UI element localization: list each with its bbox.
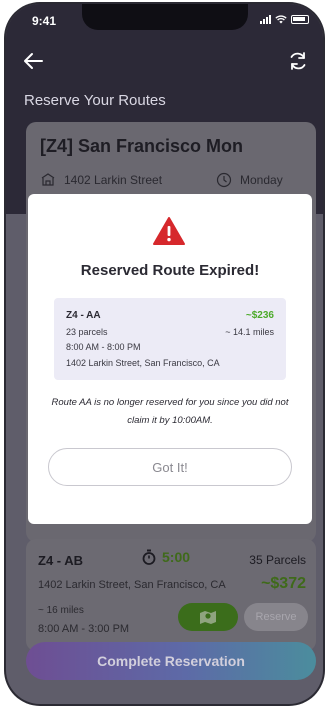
status-time: 9:41 bbox=[32, 14, 57, 28]
expired-route-miles: ~ 14.1 miles bbox=[225, 327, 274, 337]
route-miles: ~ 16 miles bbox=[38, 605, 84, 616]
route-timer: 5:00 bbox=[142, 549, 190, 565]
clock-icon bbox=[216, 172, 232, 188]
route-card-ab: Z4 - AB 5:00 35 Parcels 1402 Larkin Stre… bbox=[26, 539, 316, 651]
warning-icon bbox=[153, 217, 185, 245]
modal-title: Reserved Route Expired! bbox=[80, 262, 260, 279]
expired-route-address: 1402 Larkin Street, San Francisco, CA bbox=[66, 358, 220, 368]
expired-route-name: Z4 - AA bbox=[66, 310, 101, 321]
route-card-day: Monday bbox=[216, 172, 283, 188]
back-arrow-icon[interactable] bbox=[22, 50, 44, 72]
modal-message: Route AA is no longer reserved for you s… bbox=[51, 397, 289, 426]
expired-route-time: 8:00 AM - 8:00 PM bbox=[66, 342, 141, 352]
reserve-button[interactable]: Reserve bbox=[244, 603, 308, 631]
route-time: 8:00 AM - 3:00 PM bbox=[38, 623, 130, 635]
complete-reservation-button[interactable]: Complete Reservation bbox=[26, 642, 316, 680]
stopwatch-icon bbox=[142, 549, 156, 565]
timer-text: 5:00 bbox=[162, 549, 191, 565]
refresh-icon[interactable] bbox=[287, 50, 309, 72]
expired-modal: Reserved Route Expired! Z4 - AA ~$236 23… bbox=[28, 194, 312, 524]
signal-icon bbox=[260, 14, 271, 24]
building-icon bbox=[41, 173, 55, 186]
route-card-address: 1402 Larkin Street bbox=[40, 172, 162, 188]
route-address: 1402 Larkin Street, San Francisco, CA bbox=[38, 579, 226, 591]
route-card-title: [Z4] San Francisco Mon bbox=[40, 136, 244, 156]
got-it-button[interactable]: Got It! bbox=[48, 448, 292, 486]
phone-frame: 9:41 Reserve Your Routes [Z4] San Franci… bbox=[6, 4, 323, 704]
map-button[interactable] bbox=[178, 603, 238, 631]
battery-icon bbox=[291, 14, 309, 24]
route-name: Z4 - AB bbox=[38, 553, 84, 568]
expired-route-parcels: 23 parcels bbox=[66, 327, 108, 337]
status-icons bbox=[260, 14, 309, 24]
route-price: ~$372 bbox=[261, 575, 306, 592]
expired-route-price: ~$236 bbox=[245, 310, 274, 321]
route-parcels: 35 Parcels bbox=[249, 553, 306, 567]
route-card-address-text: 1402 Larkin Street bbox=[64, 173, 163, 187]
notch bbox=[82, 4, 248, 30]
route-card-day-text: Monday bbox=[240, 173, 283, 187]
wifi-icon bbox=[275, 14, 287, 23]
expired-route-info: Z4 - AA ~$236 23 parcels ~ 14.1 miles 8:… bbox=[54, 298, 286, 380]
page-title: Reserve Your Routes bbox=[24, 92, 166, 109]
map-icon bbox=[200, 611, 216, 624]
